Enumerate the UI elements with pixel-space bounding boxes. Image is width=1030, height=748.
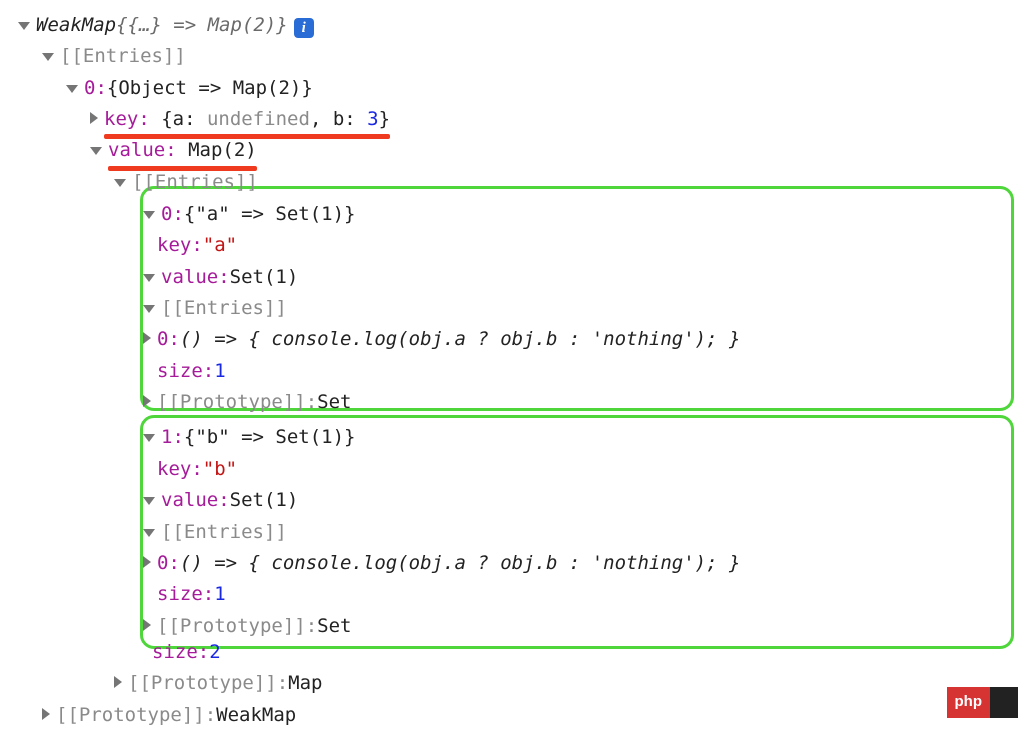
- toggle-icon[interactable]: [66, 85, 78, 93]
- toggle-icon[interactable]: [143, 497, 155, 505]
- map-entry-0[interactable]: 0: {"a" => Set(1)}: [143, 199, 1007, 230]
- toggle-icon[interactable]: [114, 179, 126, 187]
- internal-slot: [[Entries]]: [60, 41, 186, 72]
- set-entry-0[interactable]: 0: () => { console.log(obj.a ? obj.b : '…: [143, 324, 1007, 355]
- toggle-icon[interactable]: [143, 332, 151, 344]
- map-entry-1[interactable]: 1: {"b" => Set(1)}: [143, 422, 1007, 453]
- map-proto[interactable]: [[Prototype]]: Map: [18, 668, 1020, 699]
- toggle-icon[interactable]: [143, 211, 155, 219]
- watermark-badge: php: [947, 687, 1019, 718]
- map-entry-1-value[interactable]: value: Set(1): [143, 485, 1007, 516]
- proto-value: Set: [317, 387, 351, 418]
- function-body: () => { console.log(obj.a ? obj.b : 'not…: [180, 324, 741, 355]
- key-label: key:: [104, 108, 161, 130]
- map-size: size: 2: [18, 637, 1020, 668]
- internal-slot: [[Entries]]: [161, 517, 287, 548]
- function-body: () => { console.log(obj.a ? obj.b : 'not…: [180, 548, 741, 579]
- set-size: size: 1: [143, 579, 1007, 610]
- value-summary: Set(1): [230, 485, 299, 516]
- size-label: size:: [157, 356, 214, 387]
- toggle-icon[interactable]: [18, 22, 30, 30]
- entry-index: 1:: [161, 422, 184, 453]
- entry-index: 0:: [157, 324, 180, 355]
- key-value: {a: undefined, b: 3}: [161, 108, 390, 130]
- proto-label: [[Prototype]]:: [56, 700, 216, 731]
- weakmap-root[interactable]: WeakMap {{…} => Map(2)} i: [18, 10, 1020, 41]
- proto-label: [[Prototype]]:: [128, 668, 288, 699]
- key-label: key:: [157, 454, 203, 485]
- toggle-icon[interactable]: [42, 708, 50, 720]
- key-label: key:: [157, 230, 203, 261]
- key-value: "a": [203, 230, 237, 261]
- value-underlined: value: Map(2): [108, 135, 257, 166]
- set-size: size: 1: [143, 356, 1007, 387]
- entry-summary: {"a" => Set(1)}: [184, 199, 356, 230]
- toggle-icon[interactable]: [90, 147, 102, 155]
- toggle-icon[interactable]: [143, 619, 151, 631]
- entry-index: 0:: [161, 199, 184, 230]
- toggle-icon[interactable]: [143, 556, 151, 568]
- info-icon[interactable]: i: [294, 18, 314, 38]
- toggle-icon[interactable]: [143, 305, 155, 313]
- weakmap-proto[interactable]: [[Prototype]]: WeakMap: [18, 700, 1020, 731]
- entry-index: 0:: [157, 548, 180, 579]
- set-entries[interactable]: [[Entries]]: [143, 517, 1007, 548]
- entry-0[interactable]: 0: {Object => Map(2)}: [18, 73, 1020, 104]
- toggle-icon[interactable]: [90, 112, 98, 124]
- red-underline-icon: [108, 166, 257, 171]
- entry-0-value[interactable]: value: Map(2): [18, 135, 1020, 166]
- set-entries[interactable]: [[Entries]]: [143, 293, 1007, 324]
- size-label: size:: [152, 637, 209, 668]
- internal-slot: [[Entries]]: [161, 293, 287, 324]
- size-value: 2: [209, 637, 220, 668]
- toggle-icon[interactable]: [42, 53, 54, 61]
- toggle-icon[interactable]: [143, 274, 155, 282]
- toggle-icon[interactable]: [143, 529, 155, 537]
- toggle-icon[interactable]: [143, 434, 155, 442]
- value-label: value:: [161, 485, 230, 516]
- entry-summary: {"b" => Set(1)}: [184, 422, 356, 453]
- toggle-icon[interactable]: [114, 676, 122, 688]
- proto-label: [[Prototype]]:: [157, 387, 317, 418]
- set-entry-0[interactable]: 0: () => { console.log(obj.a ? obj.b : '…: [143, 548, 1007, 579]
- key-value: "b": [203, 454, 237, 485]
- size-value: 1: [214, 356, 225, 387]
- map-entry-1-key: key: "b": [143, 454, 1007, 485]
- entry-index: 0:: [84, 73, 107, 104]
- value-label: value:: [108, 139, 188, 161]
- map-entry-0-value[interactable]: value: Set(1): [143, 262, 1007, 293]
- value-summary: Set(1): [230, 262, 299, 293]
- key-underlined: key: {a: undefined, b: 3}: [104, 104, 390, 135]
- internal-slot: [[Entries]]: [132, 167, 258, 198]
- watermark-right: [990, 687, 1018, 718]
- proto-value: Map: [288, 668, 322, 699]
- toggle-icon[interactable]: [143, 395, 151, 407]
- value-label: value:: [161, 262, 230, 293]
- map-entry-0-key: key: "a": [143, 230, 1007, 261]
- object-summary: {{…} => Map(2)}: [116, 10, 288, 41]
- entry-0-key[interactable]: key: {a: undefined, b: 3}: [18, 104, 1020, 135]
- value-summary: Map(2): [188, 139, 257, 161]
- entry-summary: {Object => Map(2)}: [107, 73, 313, 104]
- set-proto[interactable]: [[Prototype]]: Set: [143, 387, 1007, 418]
- highlight-box-1: 1: {"b" => Set(1)} key: "b" value: Set(1…: [140, 415, 1014, 648]
- proto-value: WeakMap: [216, 700, 296, 731]
- highlight-box-0: 0: {"a" => Set(1)} key: "a" value: Set(1…: [140, 186, 1014, 411]
- size-value: 1: [214, 579, 225, 610]
- object-type: WeakMap: [36, 10, 116, 41]
- watermark-left: php: [947, 687, 991, 718]
- entries-section[interactable]: [[Entries]]: [18, 41, 1020, 72]
- proto-value: Set: [317, 611, 351, 642]
- size-label: size:: [157, 579, 214, 610]
